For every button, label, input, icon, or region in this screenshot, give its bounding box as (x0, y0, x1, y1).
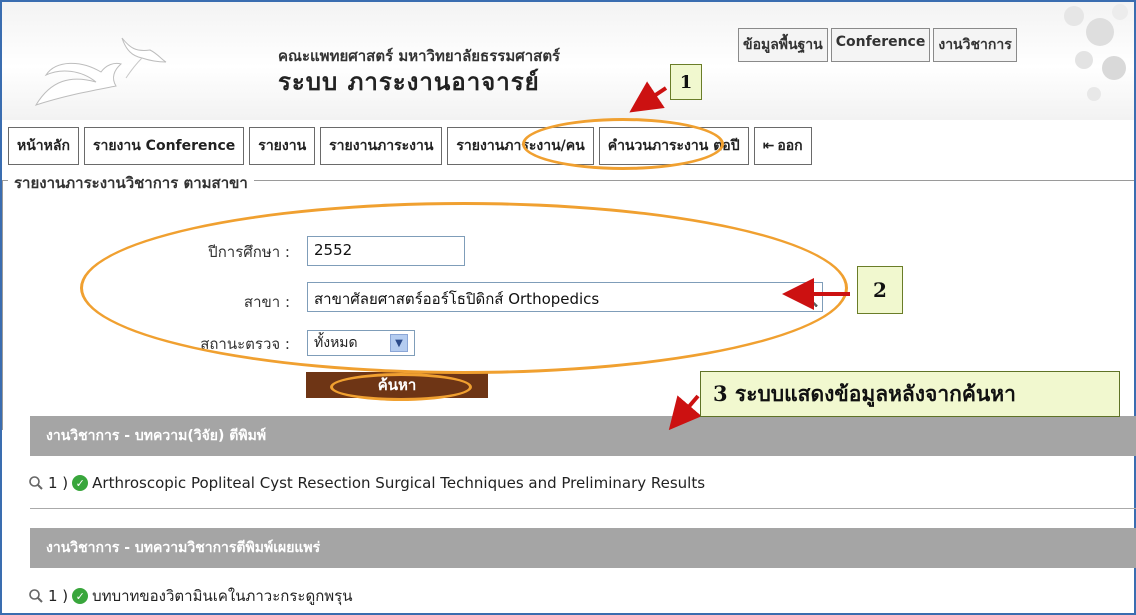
result-title[interactable]: บทบาทของวิตามินเคในภาวะกระดูกพรุน (92, 584, 352, 608)
header: คณะแพทยศาสตร์ มหาวิทยาลัยธรรมศาสตร์ ระบบ… (2, 2, 1134, 120)
magnifier-icon[interactable] (28, 475, 44, 491)
top-links: ข้อมูลพื้นฐาน Conference งานวิชาการ (738, 28, 1017, 62)
nav-logout[interactable]: ⇤ ออก (753, 127, 812, 165)
result-index: 1 ) (48, 587, 69, 605)
nav-report[interactable]: รายงาน (249, 127, 316, 165)
nav-home[interactable]: หน้าหลัก (8, 127, 79, 165)
result-index: 1 ) (48, 474, 69, 492)
system-name: ระบบ ภาระงานอาจารย์ (278, 68, 540, 96)
callout-2: 2 (857, 266, 903, 314)
section-title: รายงานภาระงานวิชาการ ตามสาขา (8, 171, 254, 195)
nav-logout-label: ออก (777, 138, 803, 154)
highlight-ring-form (80, 202, 848, 374)
top-link-basic-data[interactable]: ข้อมูลพื้นฐาน (738, 28, 828, 62)
result-row[interactable]: 1 ) ✓ บทบาทของวิตามินเคในภาวะกระดูกพรุน (28, 584, 352, 608)
callout-3: 3 ระบบแสดงข้อมูลหลังจากค้นหา (700, 371, 1120, 417)
result-divider (30, 508, 1136, 509)
callout-1: 1 (670, 64, 702, 100)
nav-conference-report[interactable]: รายงาน Conference (83, 127, 245, 165)
highlight-ring-search (330, 373, 472, 401)
result-title[interactable]: Arthroscopic Popliteal Cyst Resection Su… (92, 474, 705, 492)
check-circle-icon: ✓ (72, 588, 89, 604)
top-link-conference[interactable]: Conference (830, 28, 931, 62)
check-circle-icon: ✓ (72, 475, 89, 491)
top-link-academic[interactable]: งานวิชาการ (933, 28, 1017, 62)
highlight-ring-nav (522, 118, 724, 170)
nav-workload-report[interactable]: รายงานภาระงาน (320, 127, 443, 165)
logout-icon: ⇤ (762, 138, 775, 154)
magnifier-icon[interactable] (28, 588, 44, 604)
birds-logo (34, 37, 167, 106)
result-group-header: งานวิชาการ - บทความ(วิจัย) ตีพิมพ์ (30, 416, 1136, 456)
section-border-left (2, 180, 3, 430)
bokeh-decoration (1064, 4, 1128, 101)
result-group-header: งานวิชาการ - บทความวิชาการตีพิมพ์เผยแพร่ (30, 528, 1136, 568)
result-row[interactable]: 1 ) ✓ Arthroscopic Popliteal Cyst Resect… (28, 474, 705, 492)
